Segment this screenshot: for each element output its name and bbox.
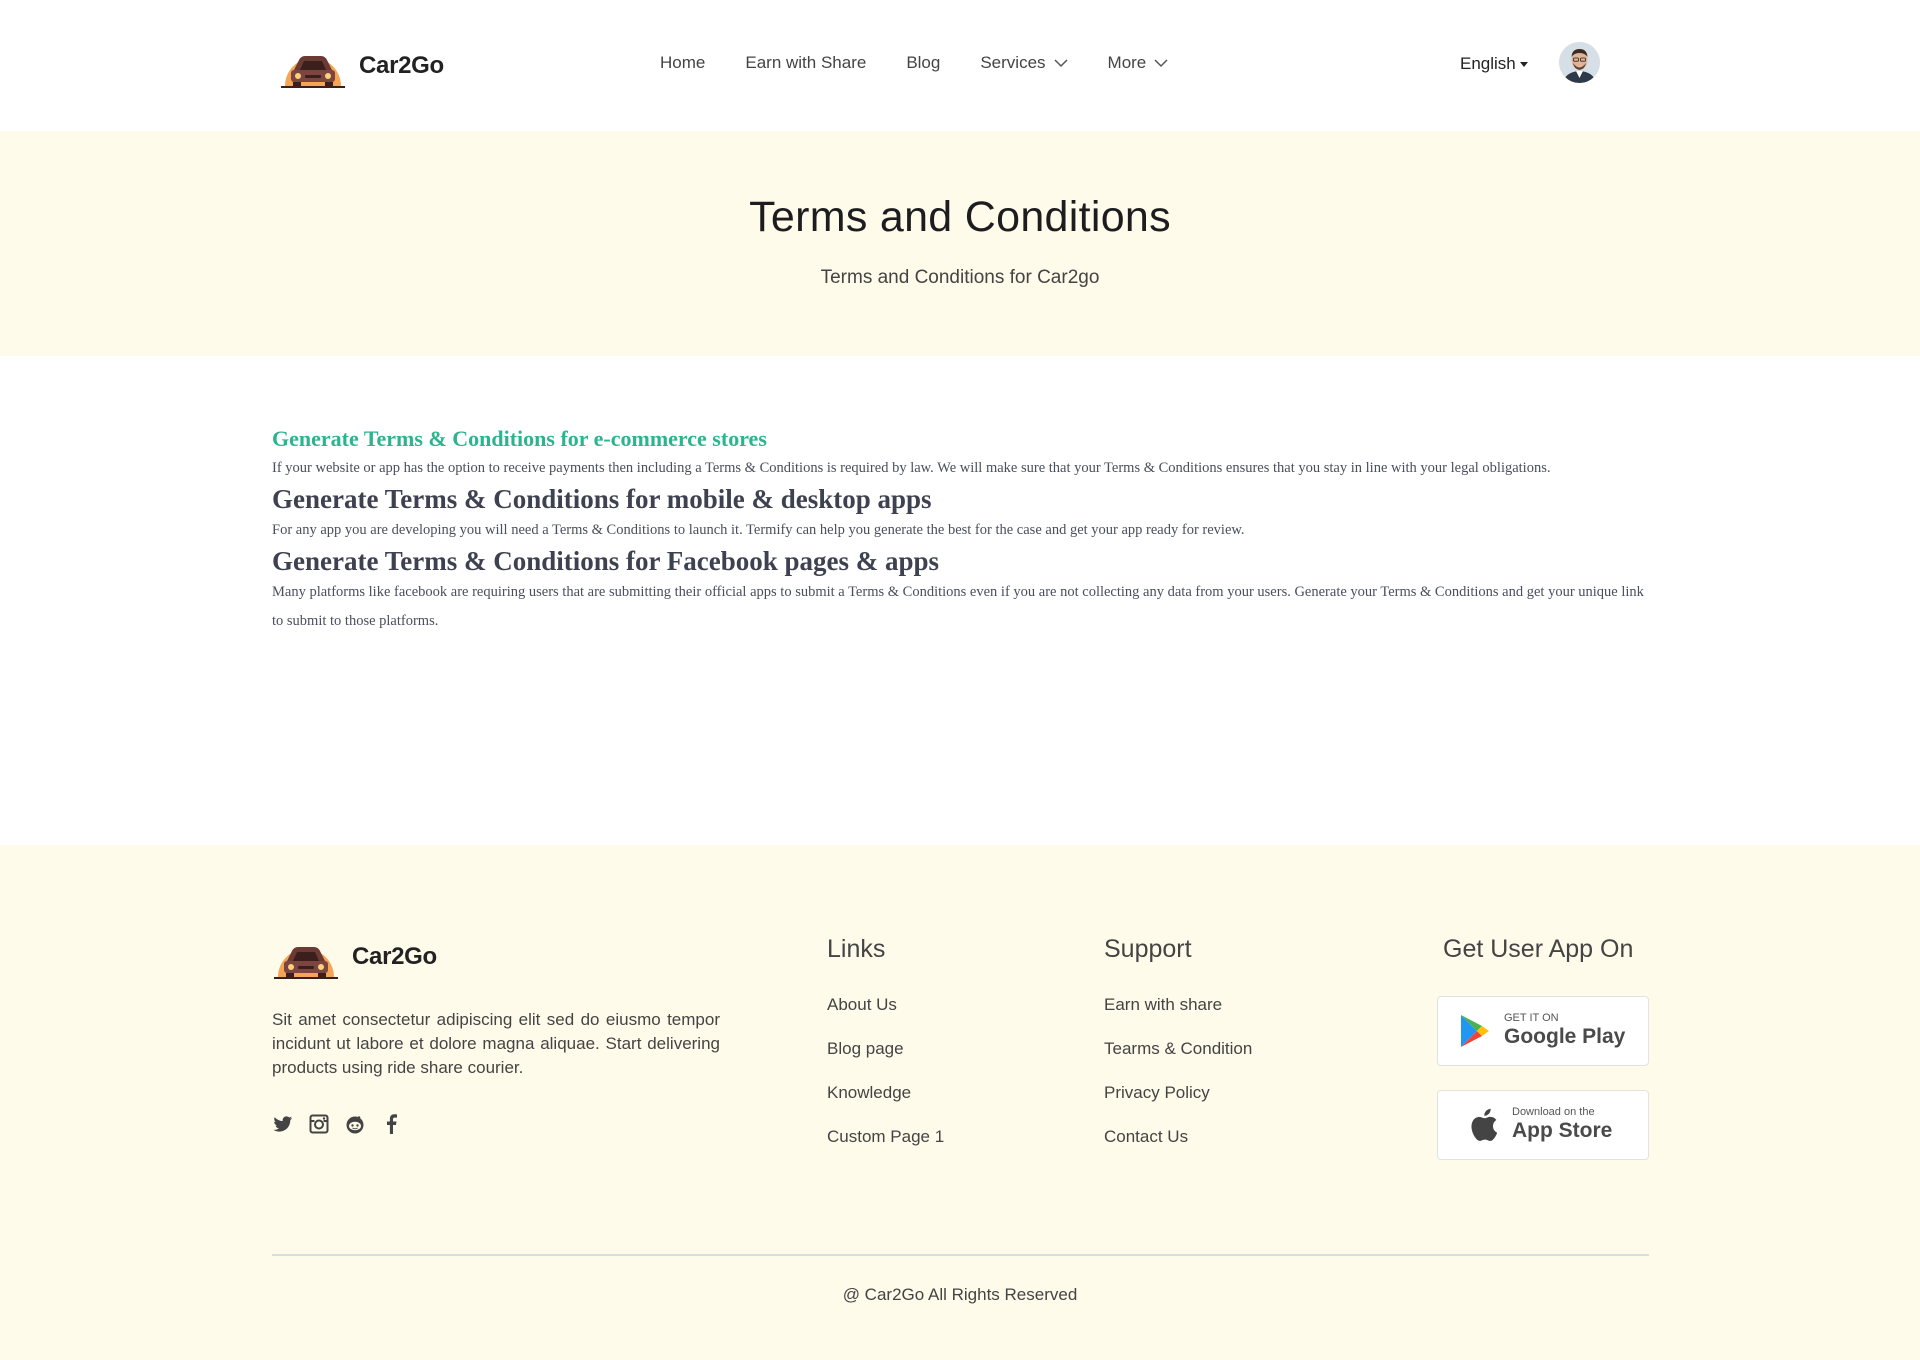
section-body: If your website or app has the option to… [272, 460, 1551, 476]
site-footer: Car2Go Sit amet consectetur adipiscing e… [0, 845, 1920, 1360]
page-title: Terms and Conditions [749, 193, 1171, 241]
nav-services[interactable]: Services [980, 53, 1068, 73]
apple-icon [1471, 1108, 1498, 1141]
brand-name: Car2Go [359, 52, 444, 79]
footer-link-blog-page[interactable]: Blog page [827, 1038, 944, 1060]
section-heading: Generate Terms & Conditions for e-commer… [272, 426, 767, 451]
car-logo-icon [274, 947, 338, 979]
footer-support-title: Support [1104, 935, 1192, 963]
footer-link-terms[interactable]: Tearms & Condition [1104, 1038, 1252, 1060]
app-store-small-text: Download on the [1512, 1106, 1595, 1118]
twitter-icon[interactable] [272, 1113, 294, 1135]
footer-link-about-us[interactable]: About Us [827, 994, 944, 1016]
google-play-icon [1461, 1015, 1489, 1047]
chevron-down-icon [1054, 58, 1068, 67]
language-selector[interactable]: English [1460, 54, 1528, 74]
terms-content: Generate Terms & Conditions for e-commer… [272, 425, 1648, 636]
section-body: For any app you are developing you will … [272, 522, 1245, 538]
footer-link-privacy-policy[interactable]: Privacy Policy [1104, 1082, 1252, 1104]
page-hero: Terms and Conditions Terms and Condition… [0, 131, 1920, 356]
nav-blog[interactable]: Blog [906, 53, 940, 73]
chevron-down-icon [1154, 58, 1168, 67]
google-play-big-text: Google Play [1504, 1025, 1626, 1048]
page-subtitle: Terms and Conditions for Car2go [820, 267, 1100, 288]
nav-more[interactable]: More [1108, 53, 1169, 73]
footer-support-column: Support Earn with share Tearms & Conditi… [1104, 935, 1252, 1148]
section-body: Many platforms like facebook are requiri… [272, 584, 1644, 629]
nav-home[interactable]: Home [660, 53, 705, 73]
nav-earn-with-share[interactable]: Earn with Share [745, 53, 866, 73]
facebook-icon[interactable] [380, 1113, 402, 1135]
footer-links-title: Links [827, 935, 886, 963]
user-photo-icon [1559, 42, 1600, 83]
app-store-big-text: App Store [1512, 1119, 1613, 1142]
nav-more-label: More [1107, 53, 1147, 72]
footer-link-earn-with-share[interactable]: Earn with share [1104, 994, 1252, 1016]
main-nav: Home Earn with Share Blog Services More [660, 53, 1168, 73]
footer-apps-title: Get User App On [1443, 935, 1634, 963]
nav-earn-label: Earn with Share [745, 53, 867, 72]
app-store-button[interactable]: Download on the App Store [1437, 1090, 1649, 1160]
nav-blog-label: Blog [906, 53, 941, 72]
google-play-small-text: GET IT ON [1504, 1012, 1559, 1024]
social-links [272, 1113, 416, 1135]
caret-down-icon [1519, 62, 1528, 67]
footer-link-knowledge[interactable]: Knowledge [827, 1082, 944, 1104]
instagram-icon[interactable] [308, 1113, 330, 1135]
footer-link-custom-page[interactable]: Custom Page 1 [827, 1126, 944, 1148]
google-play-button[interactable]: GET IT ON Google Play [1437, 996, 1649, 1066]
language-label: English [1460, 54, 1516, 73]
footer-divider [272, 1254, 1649, 1256]
nav-home-label: Home [660, 53, 706, 72]
footer-brand-link[interactable]: Car2Go [272, 933, 437, 981]
section-heading: Generate Terms & Conditions for mobile &… [272, 484, 932, 514]
footer-links-column: Links About Us Blog page Knowledge Custo… [827, 935, 944, 1148]
brand-logo-link[interactable]: Car2Go [279, 42, 444, 90]
footer-link-contact-us[interactable]: Contact Us [1104, 1126, 1252, 1148]
site-header: Car2Go Home Earn with Share Blog Service… [0, 0, 1920, 131]
footer-brand-name: Car2Go [352, 943, 437, 970]
car-logo-icon [281, 56, 345, 88]
reddit-icon[interactable] [344, 1113, 366, 1135]
user-avatar[interactable] [1559, 42, 1600, 83]
nav-services-label: Services [980, 53, 1046, 72]
copyright-text: @ Car2Go All Rights Reserved [842, 1285, 1078, 1304]
section-heading: Generate Terms & Conditions for Facebook… [272, 546, 940, 576]
footer-description: Sit amet consectetur adipiscing elit sed… [272, 1010, 720, 1077]
